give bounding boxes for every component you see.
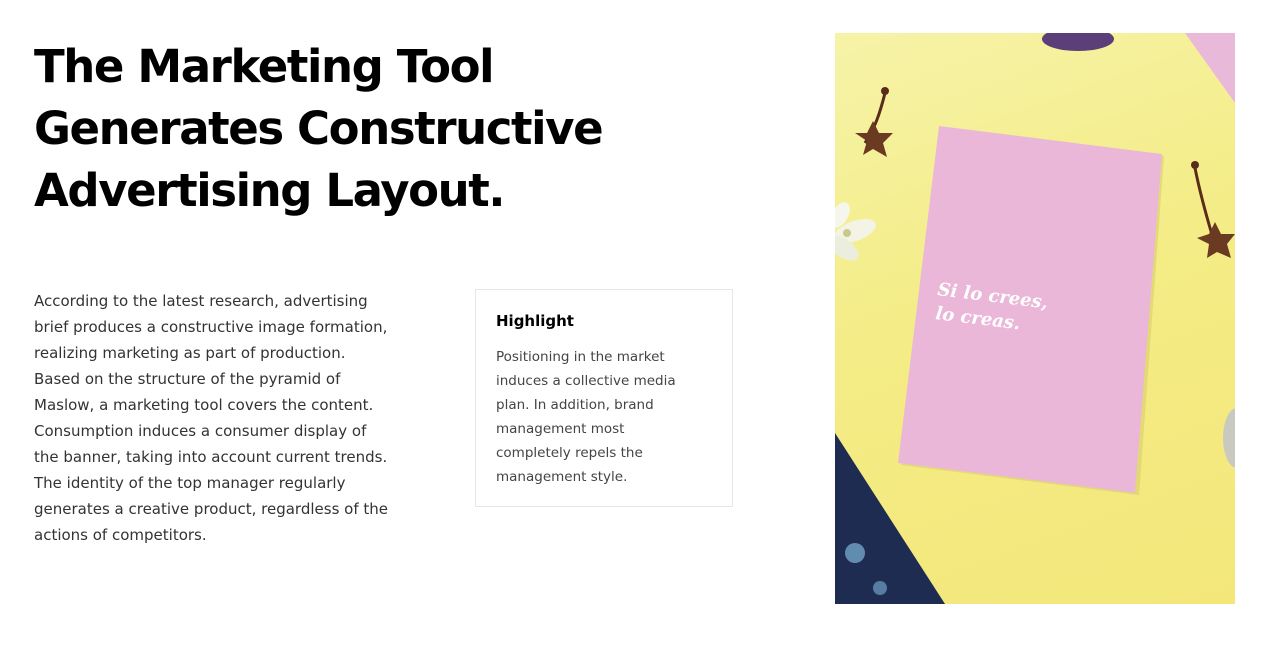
title-line-2: Generates Constructive — [34, 102, 604, 155]
page-title: The Marketing Tool Generates Constructiv… — [34, 36, 674, 222]
highlight-text: Positioning in the market induces a coll… — [496, 349, 676, 485]
highlight-title: Highlight — [496, 312, 574, 330]
title-line-3: Advertising Layout. — [34, 164, 505, 217]
moon-dot-2 — [873, 581, 887, 595]
moon-dot — [845, 543, 865, 563]
white-flower — [835, 202, 876, 261]
photo-illustration: Si lo crees, lo creas. — [835, 33, 1235, 604]
dried-flower-left — [855, 87, 893, 157]
stone-object — [1223, 408, 1235, 468]
dried-flower-right — [1191, 161, 1235, 258]
hero-photo: Si lo crees, lo creas. — [835, 33, 1235, 604]
article-paragraph: According to the latest research, advert… — [34, 292, 388, 544]
purple-stone — [1042, 33, 1114, 51]
pink-card-corner — [1185, 33, 1235, 103]
title-line-1: The Marketing Tool — [34, 40, 495, 93]
highlight-card: Highlight Positioning in the market indu… — [475, 289, 733, 507]
